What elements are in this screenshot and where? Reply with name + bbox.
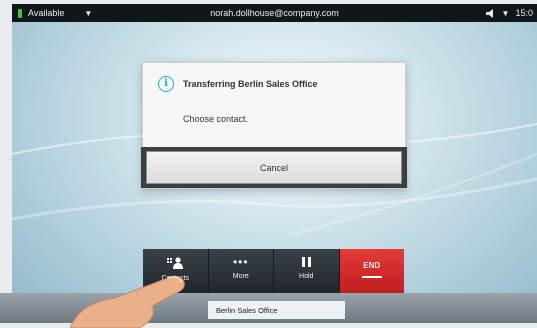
contacts-icon [167, 257, 184, 269]
dialog-message: Choose contact. [183, 114, 249, 124]
hold-label: Hold [299, 273, 314, 280]
volume-icon[interactable] [485, 8, 496, 18]
more-icon: ••• [232, 255, 249, 269]
presence-indicator [18, 8, 22, 18]
chevron-down-icon[interactable]: ▼ [502, 9, 510, 18]
end-label: END [363, 261, 381, 270]
contacts-label: Contacts [161, 275, 190, 282]
clock: 15:0 [515, 8, 533, 18]
pause-icon [301, 257, 311, 267]
contacts-button[interactable]: Contacts [143, 249, 209, 293]
transfer-dialog: i Transferring Berlin Sales Office Choos… [141, 62, 407, 189]
info-icon: i [158, 76, 174, 92]
presence-selector[interactable]: Available ▼ [18, 8, 92, 18]
end-call-button[interactable]: END [339, 249, 404, 293]
chevron-down-icon: ▼ [84, 8, 93, 18]
dialog-title: Transferring Berlin Sales Office [183, 79, 318, 89]
call-controls: Contacts ••• More Hold END [143, 249, 404, 293]
more-label: More [232, 273, 249, 280]
cancel-button[interactable]: Cancel [146, 151, 402, 184]
cancel-button-frame: Cancel [141, 147, 407, 188]
hold-button[interactable]: Hold [274, 249, 340, 293]
hangup-icon [361, 276, 382, 278]
status-bar: Available ▼ norah.dollhouse@company.com … [12, 4, 537, 22]
more-button[interactable]: ••• More [209, 249, 274, 293]
active-call-tab[interactable]: Berlin Sales Office [208, 301, 345, 319]
account-address: norah.dollhouse@company.com [210, 8, 339, 18]
presence-label: Available [28, 8, 65, 18]
